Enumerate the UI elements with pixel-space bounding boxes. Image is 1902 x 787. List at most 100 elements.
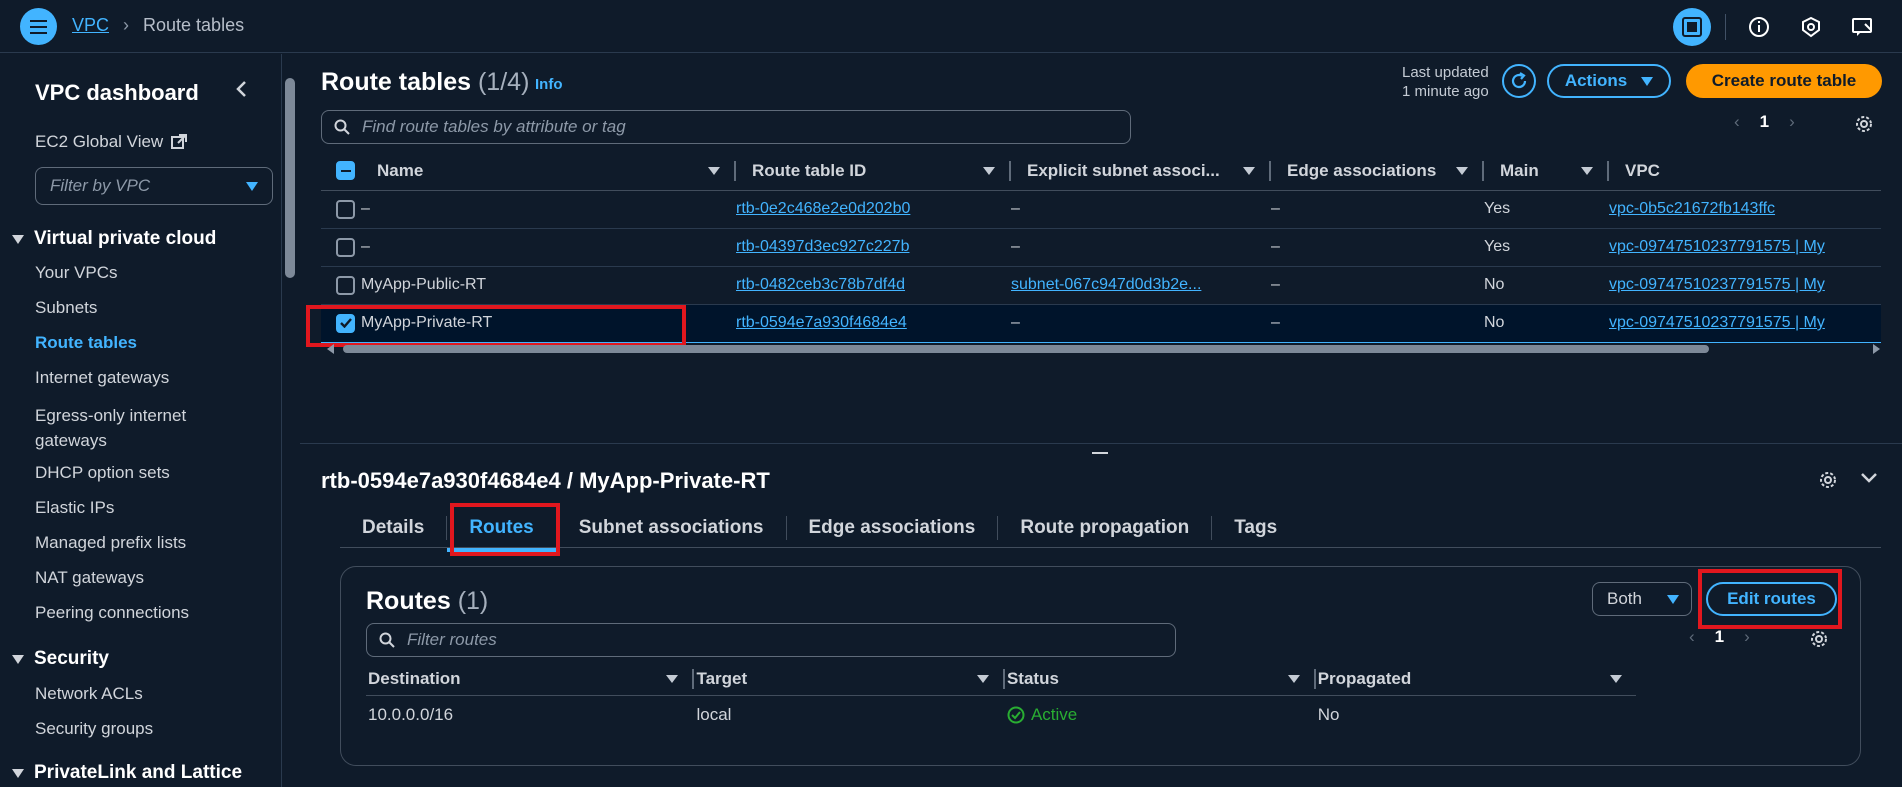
chevron-right-icon[interactable]: › <box>1789 112 1795 132</box>
column-label: Main <box>1500 160 1539 180</box>
column-header-propagated[interactable]: Propagated <box>1316 669 1636 689</box>
column-header-target[interactable]: Target <box>694 668 1005 689</box>
route-destination: 10.0.0.0/16 <box>368 705 454 725</box>
row-subnet: – <box>1011 303 1271 343</box>
subnet-link[interactable]: subnet-067c947d0d3b2e... <box>1011 276 1201 293</box>
column-header-route-table-id[interactable]: Route table ID <box>736 160 1011 181</box>
breadcrumb-vpc[interactable]: VPC <box>72 15 109 36</box>
sidebar-item-subnets[interactable]: Subnets <box>35 298 97 318</box>
tab-details[interactable]: Details <box>340 515 448 540</box>
vpc-filter-select[interactable]: Filter by VPC <box>35 167 273 205</box>
row-name: MyApp-Public-RT <box>361 266 736 305</box>
row-name: – <box>361 228 736 267</box>
page-number[interactable]: 1 <box>1715 627 1724 647</box>
chevron-down-icon[interactable] <box>1860 470 1878 490</box>
sidebar-item-managed-prefix-lists[interactable]: Managed prefix lists <box>35 533 186 553</box>
section-title: Virtual private cloud <box>34 228 217 249</box>
sort-icon <box>666 674 679 683</box>
section-virtual-private-cloud[interactable]: Virtual private cloud <box>12 228 216 250</box>
select-all-checkbox[interactable] <box>336 161 355 181</box>
sidebar-item-elastic-ips[interactable]: Elastic IPs <box>35 498 114 518</box>
scroll-right-icon[interactable] <box>1873 344 1880 354</box>
panel-icon[interactable] <box>1673 8 1711 46</box>
scroll-thumb[interactable] <box>343 345 1709 353</box>
actions-button[interactable]: Actions <box>1547 64 1671 98</box>
vpc-link[interactable]: vpc-0b5c21672fb143ffc <box>1609 200 1775 217</box>
row-checkbox[interactable] <box>336 275 355 295</box>
sidebar-item-your-vpcs[interactable]: Your VPCs <box>35 263 118 283</box>
row-main: Yes <box>1484 190 1609 229</box>
info-link[interactable]: Info <box>535 76 563 93</box>
vpc-link[interactable]: vpc-09747510237791575 | My <box>1609 276 1825 293</box>
menu-icon[interactable] <box>20 8 57 45</box>
sidebar-item-route-tables[interactable]: Route tables <box>35 333 137 353</box>
gear-icon[interactable] <box>1809 629 1829 654</box>
vpc-link[interactable]: vpc-09747510237791575 | My <box>1609 238 1825 255</box>
row-main: Yes <box>1484 228 1609 267</box>
column-header-main[interactable]: Main <box>1484 160 1609 181</box>
table-row[interactable]: MyApp-Public-RT rtb-0482ceb3c78b7df4d su… <box>321 266 1881 305</box>
tab-route-propagation[interactable]: Route propagation <box>998 515 1213 540</box>
section-privatelink-and-lattice[interactable]: PrivateLink and Lattice <box>12 762 242 784</box>
sidebar-title[interactable]: VPC dashboard <box>35 80 199 106</box>
tab-edge-associations[interactable]: Edge associations <box>787 515 999 540</box>
sidebar-item-security-groups[interactable]: Security groups <box>35 719 153 739</box>
caret-down-icon <box>246 181 258 191</box>
route-table-id-link[interactable]: rtb-0482ceb3c78b7df4d <box>736 276 905 293</box>
route-propagated: No <box>1317 705 1340 725</box>
sidebar-scrollbar[interactable] <box>284 60 295 780</box>
column-header-name[interactable]: Name <box>361 160 736 181</box>
routes-filter-select[interactable]: Both <box>1592 582 1692 616</box>
sort-icon <box>1287 674 1300 683</box>
scroll-left-icon[interactable] <box>327 344 334 354</box>
row-checkbox[interactable] <box>336 199 355 219</box>
highlight-box <box>1698 569 1842 629</box>
chevron-left-icon[interactable]: ‹ <box>1734 112 1740 132</box>
section-security[interactable]: Security <box>12 648 109 670</box>
row-edge: – <box>1271 303 1484 343</box>
row-edge: – <box>1271 190 1484 229</box>
resize-handle[interactable] <box>1092 452 1108 454</box>
column-header-status[interactable]: Status <box>1005 668 1316 689</box>
create-route-table-button[interactable]: Create route table <box>1686 64 1882 98</box>
sidebar-item-dhcp-option-sets[interactable]: DHCP option sets <box>35 463 170 483</box>
gear-icon[interactable] <box>1854 114 1874 139</box>
search-input[interactable]: Find route tables by attribute or tag <box>321 110 1131 144</box>
refresh-button[interactable] <box>1502 64 1536 98</box>
feedback-icon[interactable] <box>1844 8 1882 46</box>
horizontal-scrollbar[interactable] <box>327 343 1880 355</box>
shield-icon[interactable] <box>1792 8 1830 46</box>
page-number[interactable]: 1 <box>1760 112 1769 132</box>
sort-icon <box>976 674 989 683</box>
chevron-left-icon[interactable]: ‹ <box>1689 627 1695 647</box>
row-checkbox[interactable] <box>336 237 355 257</box>
routes-count: (1) <box>457 587 489 615</box>
chevron-right-icon[interactable]: › <box>1744 627 1750 647</box>
sort-icon <box>983 166 995 175</box>
column-header-explicit-subnet[interactable]: Explicit subnet associ... <box>1011 160 1271 181</box>
sidebar-item-nat-gateways[interactable]: NAT gateways <box>35 568 144 588</box>
gear-icon[interactable] <box>1818 470 1838 495</box>
table-row[interactable]: – rtb-0e2c468e2e0d202b0 – – Yes vpc-0b5c… <box>321 190 1881 229</box>
tab-subnet-associations[interactable]: Subnet associations <box>557 515 787 540</box>
highlight-box <box>450 503 560 556</box>
column-header-vpc[interactable]: VPC <box>1609 161 1881 181</box>
column-header-edge-associations[interactable]: Edge associations <box>1271 160 1484 181</box>
routes-pagination: ‹ 1 › <box>1689 627 1750 647</box>
table-row[interactable]: – rtb-04397d3ec927c227b – – Yes vpc-0974… <box>321 228 1881 267</box>
chevron-left-icon[interactable] <box>235 80 249 103</box>
route-table-id-link[interactable]: rtb-04397d3ec927c227b <box>736 238 909 255</box>
routes-search-input[interactable]: Filter routes <box>366 623 1176 657</box>
sidebar-item-internet-gateways[interactable]: Internet gateways <box>35 368 169 388</box>
sidebar-item-network-acls[interactable]: Network ACLs <box>35 684 143 704</box>
column-header-destination[interactable]: Destination <box>366 668 695 689</box>
sidebar-item-egress-only-internet-gateways[interactable]: Egress-only internet gateways <box>35 403 235 453</box>
sidebar-ec2-global-view[interactable]: EC2 Global View <box>35 132 188 152</box>
tab-tags[interactable]: Tags <box>1212 516 1299 540</box>
route-table-id-link[interactable]: rtb-0e2c468e2e0d202b0 <box>736 200 910 217</box>
info-icon[interactable] <box>1740 8 1778 46</box>
route-table-id-link[interactable]: rtb-0594e7a930f4684e4 <box>736 314 907 331</box>
sidebar-item-peering-connections[interactable]: Peering connections <box>35 603 189 623</box>
routes-table: Destination Target Status Propagated 10.… <box>366 663 1636 735</box>
vpc-link[interactable]: vpc-09747510237791575 | My <box>1609 314 1825 331</box>
